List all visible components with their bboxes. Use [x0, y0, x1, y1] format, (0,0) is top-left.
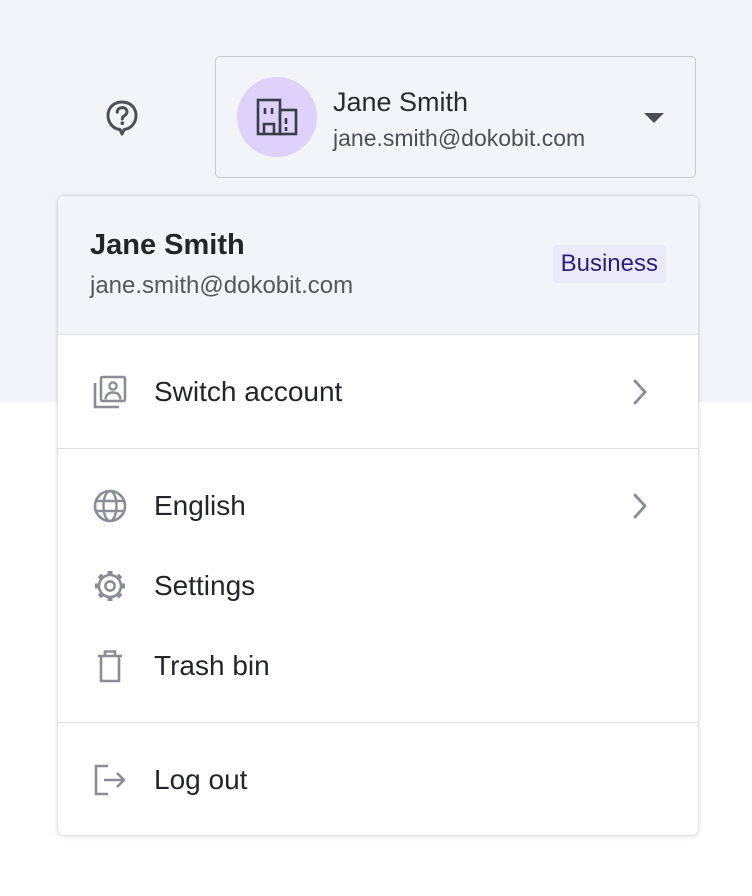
- menu-item-settings[interactable]: Settings: [58, 546, 698, 626]
- menu-item-label: Settings: [154, 570, 256, 601]
- switch-account-icon: [93, 375, 127, 409]
- menu-item-label: Log out: [154, 764, 248, 795]
- menu-divider: [58, 722, 698, 723]
- trash-icon: [98, 650, 122, 683]
- account-name: Jane Smith: [333, 87, 469, 117]
- menu-account-email: jane.smith@dokobit.com: [90, 272, 354, 299]
- avatar: [237, 77, 317, 157]
- menu-item-trash-bin[interactable]: Trash bin: [58, 626, 698, 706]
- menu-item-label: English: [154, 490, 246, 521]
- menu-divider: [58, 448, 698, 449]
- caret-down-icon: [644, 113, 664, 123]
- menu-item-label: Trash bin: [154, 650, 270, 681]
- menu-item-language[interactable]: English: [58, 466, 698, 546]
- logout-icon: [94, 764, 126, 796]
- help-circle-icon: [106, 100, 138, 136]
- menu-item-log-out[interactable]: Log out: [58, 740, 698, 820]
- menu-item-switch-account[interactable]: Switch account: [58, 352, 698, 432]
- account-email: jane.smith@dokobit.com: [333, 125, 586, 151]
- plan-badge: Business: [552, 245, 666, 283]
- account-dropdown-menu: Jane Smith jane.smith@dokobit.com Busine…: [58, 196, 698, 835]
- menu-account-summary: Jane Smith jane.smith@dokobit.com Busine…: [58, 196, 698, 335]
- menu-item-label: Switch account: [154, 376, 343, 407]
- account-menu-trigger[interactable]: Jane Smith jane.smith@dokobit.com: [215, 56, 696, 178]
- building-icon: [256, 98, 298, 136]
- globe-icon: [93, 489, 127, 523]
- help-button[interactable]: [100, 96, 144, 140]
- chevron-right-icon: [633, 379, 647, 405]
- gear-icon: [95, 571, 125, 601]
- chevron-right-icon: [633, 493, 647, 519]
- menu-account-name: Jane Smith: [90, 229, 245, 261]
